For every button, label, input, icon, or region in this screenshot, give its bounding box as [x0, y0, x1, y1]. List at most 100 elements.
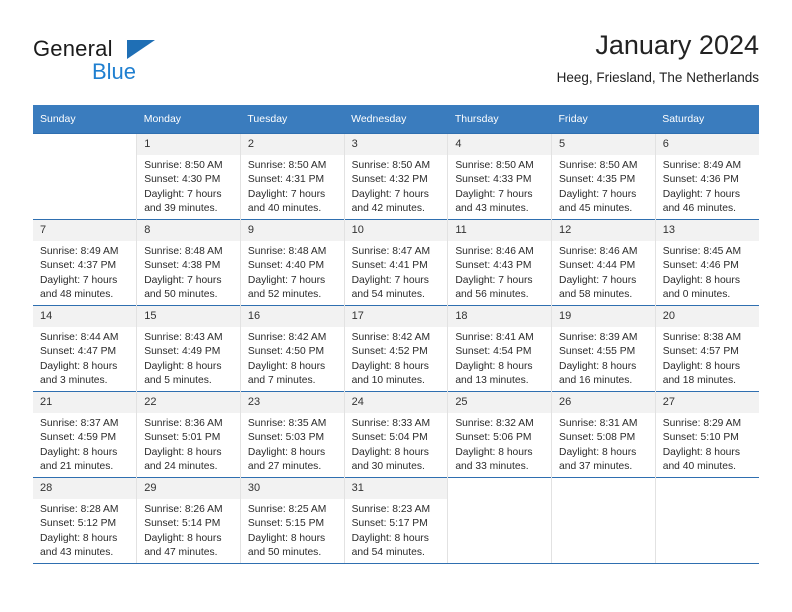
calendar-day-cell[interactable]: 27 Sunrise: 8:29 AM Sunset: 5:10 PM Dayligh…	[654, 391, 759, 478]
calendar-day-cell-empty	[551, 477, 656, 564]
calendar-week-row: 28 Sunrise: 8:28 AM Sunset: 5:12 PM Dayligh…	[33, 477, 759, 564]
calendar-day-cell[interactable]: 23 Sunrise: 8:35 AM Sunset: 5:03 PM Dayligh…	[239, 391, 345, 478]
sunset-text: Sunset: 5:10 PM	[662, 432, 739, 444]
calendar-day-cell[interactable]: 30 Sunrise: 8:25 AM Sunset: 5:15 PM Dayligh…	[239, 477, 345, 564]
sunrise-text: Sunrise: 8:25 AM	[247, 504, 327, 515]
daylight-text: and 0 minutes.	[662, 289, 731, 301]
calendar-header-row: Sunday Monday Tuesday Wednesday Thursday…	[33, 105, 759, 134]
calendar-day-cell[interactable]: 29 Sunrise: 8:26 AM Sunset: 5:14 PM Dayligh…	[136, 477, 241, 564]
calendar-day-cell[interactable]: 21 Sunrise: 8:37 AM Sunset: 4:59 PM Dayligh…	[33, 391, 137, 478]
day-details: Sunrise: 8:33 AM Sunset: 5:04 PM Daylight:…	[345, 413, 448, 475]
sunrise-text: Sunrise: 8:35 AM	[247, 418, 327, 429]
daylight-text: and 7 minutes.	[247, 375, 316, 387]
day-details: Sunrise: 8:50 AM Sunset: 4:31 PM Daylight:…	[241, 155, 344, 217]
day-details: Sunrise: 8:49 AM Sunset: 4:36 PM Daylight:…	[656, 155, 759, 217]
calendar-day-cell[interactable]: 18 Sunrise: 8:41 AM Sunset: 4:54 PM Dayligh…	[447, 305, 552, 392]
day-number	[655, 478, 759, 499]
day-number	[552, 478, 655, 499]
sunrise-text: Sunrise: 8:50 AM	[144, 160, 223, 171]
calendar-day-cell[interactable]: 24 Sunrise: 8:33 AM Sunset: 5:04 PM Dayligh…	[343, 391, 448, 478]
daylight-text: and 3 minutes.	[40, 375, 108, 387]
daylight-text: Daylight: 8 hours	[247, 532, 326, 544]
sunset-text: Sunset: 4:37 PM	[40, 260, 117, 272]
calendar-day-cell-empty	[654, 477, 759, 564]
page-subtitle: Heeg, Friesland, The Netherlands	[556, 70, 759, 85]
day-number: 27	[655, 392, 759, 413]
calendar-day-cell[interactable]: 11 Sunrise: 8:46 AM Sunset: 4:43 PM Dayligh…	[447, 219, 552, 306]
day-number: 21	[33, 392, 137, 413]
calendar-day-cell[interactable]: 16 Sunrise: 8:42 AM Sunset: 4:50 PM Dayligh…	[239, 305, 345, 392]
calendar-day-cell[interactable]: 28 Sunrise: 8:28 AM Sunset: 5:12 PM Dayligh…	[33, 477, 137, 564]
sunset-text: Sunset: 4:55 PM	[559, 346, 636, 358]
calendar-day-cell[interactable]: 4 Sunrise: 8:50 AM Sunset: 4:33 PM Daylight…	[447, 133, 552, 220]
sunset-text: Sunset: 5:04 PM	[351, 432, 428, 444]
daylight-text: Daylight: 8 hours	[455, 360, 533, 372]
daylight-text: Daylight: 8 hours	[40, 446, 118, 458]
calendar-day-cell[interactable]: 15 Sunrise: 8:43 AM Sunset: 4:49 PM Dayligh…	[136, 305, 241, 392]
daylight-text: and 40 minutes.	[662, 461, 736, 473]
calendar-day-cell[interactable]: 7 Sunrise: 8:49 AM Sunset: 4:37 PM Daylight…	[33, 219, 137, 306]
daylight-text: and 43 minutes.	[40, 547, 114, 559]
daylight-text: and 21 minutes.	[40, 461, 114, 473]
sunrise-text: Sunrise: 8:37 AM	[40, 418, 119, 429]
calendar-day-cell[interactable]: 10 Sunrise: 8:47 AM Sunset: 4:41 PM Dayligh…	[343, 219, 448, 306]
sunset-text: Sunset: 4:36 PM	[662, 174, 739, 186]
daylight-text: Daylight: 7 hours	[351, 188, 429, 200]
daylight-text: and 40 minutes.	[247, 203, 322, 215]
daylight-text: and 47 minutes.	[144, 547, 218, 559]
calendar-day-cell[interactable]: 14 Sunrise: 8:44 AM Sunset: 4:47 PM Dayligh…	[33, 305, 137, 392]
sunrise-text: Sunrise: 8:31 AM	[559, 418, 638, 429]
sunrise-text: Sunrise: 8:48 AM	[247, 246, 327, 257]
calendar-day-cell[interactable]: 9 Sunrise: 8:48 AM Sunset: 4:40 PM Daylight…	[239, 219, 345, 306]
calendar-week-row: 1 Sunrise: 8:50 AM Sunset: 4:30 PM Daylight…	[33, 133, 759, 220]
daylight-text: Daylight: 8 hours	[351, 360, 429, 372]
calendar-day-cell[interactable]: 6 Sunrise: 8:49 AM Sunset: 4:36 PM Daylight…	[654, 133, 759, 220]
sunset-text: Sunset: 4:30 PM	[144, 174, 221, 186]
day-number: 30	[240, 478, 344, 499]
calendar-day-cell[interactable]: 5 Sunrise: 8:50 AM Sunset: 4:35 PM Daylight…	[551, 133, 656, 220]
sunset-text: Sunset: 4:43 PM	[455, 260, 532, 272]
sunset-text: Sunset: 4:40 PM	[247, 260, 325, 272]
page-header: General Blue January 2024 Heeg, Frieslan…	[33, 28, 759, 96]
daylight-text: and 13 minutes.	[455, 375, 529, 387]
calendar-day-cell[interactable]: 3 Sunrise: 8:50 AM Sunset: 4:32 PM Daylight…	[343, 133, 448, 220]
sunrise-text: Sunrise: 8:42 AM	[247, 332, 327, 343]
calendar-day-cell[interactable]: 25 Sunrise: 8:32 AM Sunset: 5:06 PM Dayligh…	[447, 391, 552, 478]
sunset-text: Sunset: 4:38 PM	[144, 260, 221, 272]
sunset-text: Sunset: 5:08 PM	[559, 432, 636, 444]
daylight-text: and 43 minutes.	[455, 203, 529, 215]
weekday-header-thursday: Thursday	[447, 105, 552, 134]
calendar-day-cell[interactable]: 1 Sunrise: 8:50 AM Sunset: 4:30 PM Daylight…	[136, 133, 241, 220]
day-details: Sunrise: 8:26 AM Sunset: 5:14 PM Daylight:…	[137, 499, 240, 561]
calendar-day-cell[interactable]: 13 Sunrise: 8:45 AM Sunset: 4:46 PM Dayligh…	[654, 219, 759, 306]
day-number: 19	[552, 306, 655, 327]
sunset-text: Sunset: 4:52 PM	[351, 346, 428, 358]
calendar-day-cell[interactable]: 19 Sunrise: 8:39 AM Sunset: 4:55 PM Dayligh…	[551, 305, 656, 392]
calendar-day-cell[interactable]: 12 Sunrise: 8:46 AM Sunset: 4:44 PM Dayligh…	[551, 219, 656, 306]
calendar-day-cell[interactable]: 26 Sunrise: 8:31 AM Sunset: 5:08 PM Dayligh…	[551, 391, 656, 478]
calendar-day-cell[interactable]: 31 Sunrise: 8:23 AM Sunset: 5:17 PM Dayligh…	[343, 477, 448, 564]
sunrise-text: Sunrise: 8:26 AM	[144, 504, 223, 515]
sunrise-text: Sunrise: 8:46 AM	[455, 246, 534, 257]
day-number: 1	[137, 134, 240, 155]
sunset-text: Sunset: 5:14 PM	[144, 518, 221, 530]
sunrise-text: Sunrise: 8:49 AM	[40, 246, 119, 257]
day-number: 24	[344, 392, 448, 413]
day-details: Sunrise: 8:47 AM Sunset: 4:41 PM Daylight:…	[345, 241, 448, 303]
daylight-text: Daylight: 7 hours	[455, 274, 533, 286]
day-details: Sunrise: 8:44 AM Sunset: 4:47 PM Daylight:…	[33, 327, 136, 389]
calendar-day-cell[interactable]: 2 Sunrise: 8:50 AM Sunset: 4:31 PM Daylight…	[239, 133, 345, 220]
calendar-day-cell[interactable]: 22 Sunrise: 8:36 AM Sunset: 5:01 PM Dayligh…	[136, 391, 241, 478]
daylight-text: Daylight: 7 hours	[559, 188, 637, 200]
calendar-day-cell[interactable]: 20 Sunrise: 8:38 AM Sunset: 4:57 PM Dayligh…	[654, 305, 759, 392]
logo-triangle-icon	[127, 40, 155, 59]
daylight-text: and 16 minutes.	[559, 375, 633, 387]
weekday-header-saturday: Saturday	[655, 105, 759, 134]
daylight-text: Daylight: 8 hours	[351, 446, 429, 458]
calendar-day-cell[interactable]: 8 Sunrise: 8:48 AM Sunset: 4:38 PM Daylight…	[136, 219, 241, 306]
calendar-week-row: 14 Sunrise: 8:44 AM Sunset: 4:47 PM Dayligh…	[33, 305, 759, 392]
calendar-day-cell[interactable]: 17 Sunrise: 8:42 AM Sunset: 4:52 PM Dayligh…	[343, 305, 448, 392]
daylight-text: Daylight: 8 hours	[247, 446, 326, 458]
daylight-text: Daylight: 8 hours	[144, 360, 222, 372]
sunset-text: Sunset: 4:50 PM	[247, 346, 325, 358]
